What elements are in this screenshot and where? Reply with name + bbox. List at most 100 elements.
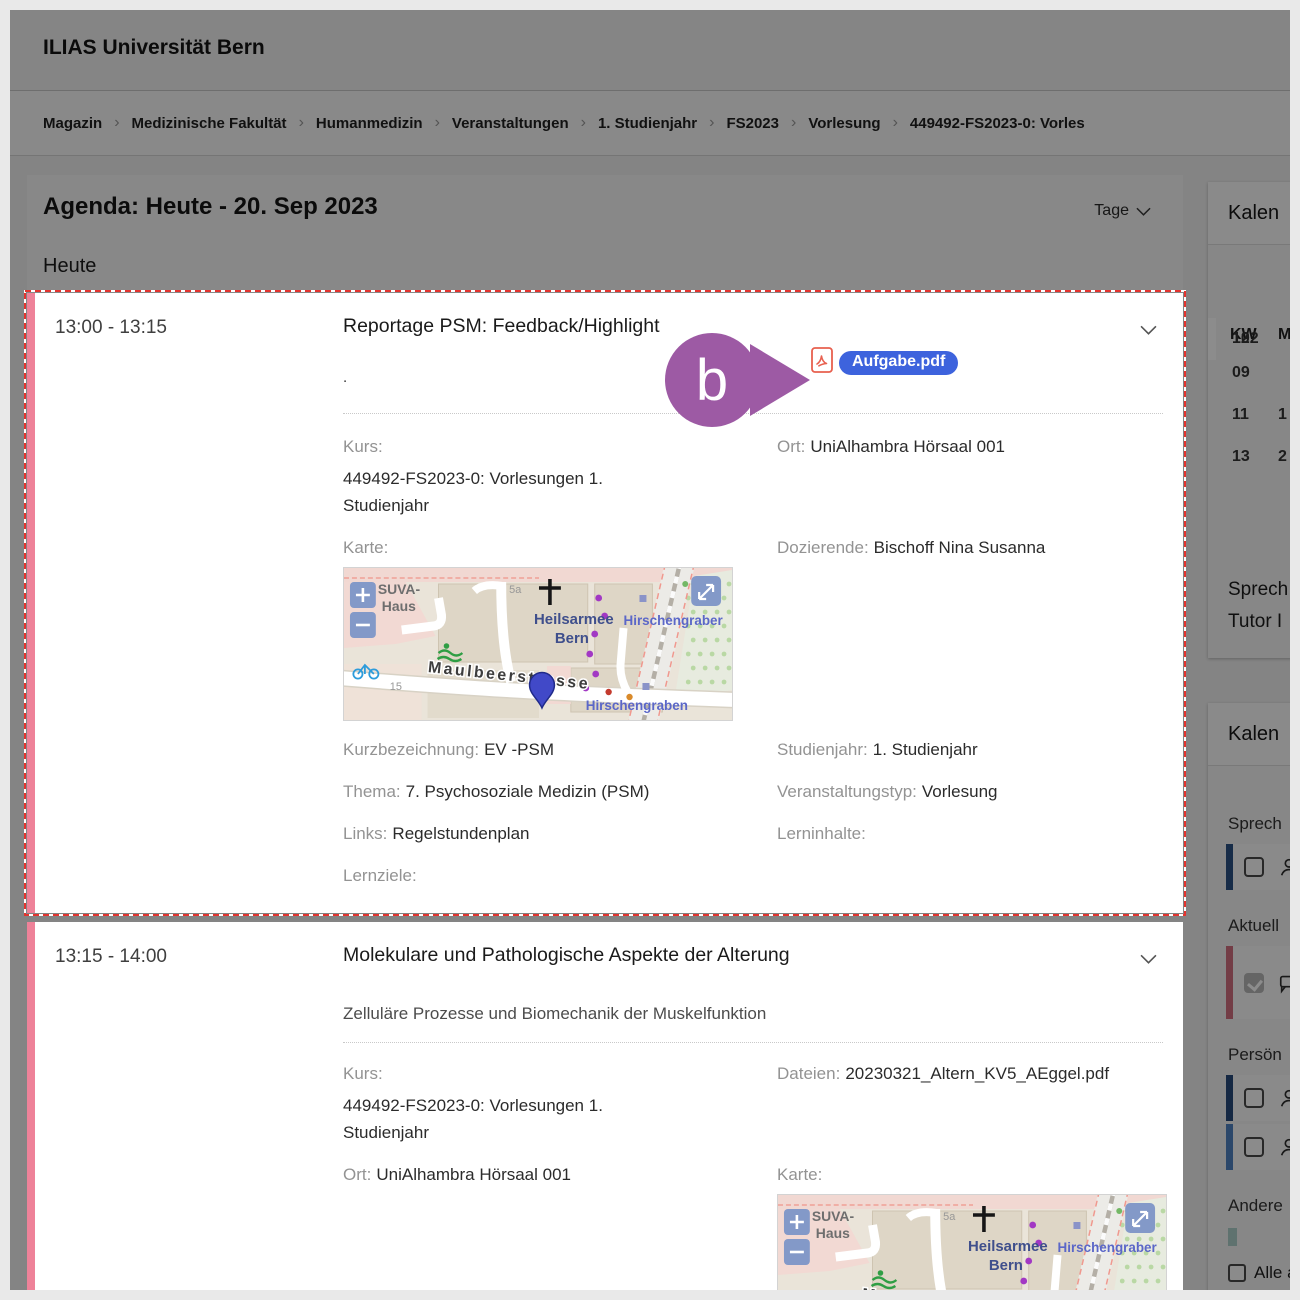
calendar-week-row[interactable]: 111	[1208, 394, 1290, 436]
week-number[interactable]: 09	[1232, 364, 1278, 382]
week-number[interactable]: 13	[1232, 448, 1278, 466]
calendar-checkbox[interactable]	[1244, 1088, 1264, 1108]
ilias-page: ILIAS Universität Bern Magazin › Medizinis…	[10, 10, 1290, 1290]
select-all-checkbox[interactable]	[1228, 1264, 1246, 1282]
breadcrumb-separator-icon: ›	[709, 114, 714, 132]
calendar-groups: SprechAktuellPersönAndere	[1208, 814, 1290, 1251]
field-label: Veranstaltungstyp:	[777, 782, 917, 801]
view-mode-label: Tage	[1094, 202, 1129, 220]
detail-field: Lerninhalte:	[777, 820, 1167, 847]
breadcrumb-link[interactable]: Vorlesung	[808, 115, 880, 132]
item-subtitle: Zelluläre Prozesse und Biomechanik der M…	[343, 1004, 766, 1024]
field-link[interactable]: 20230321_Altern_KV5_AEggel.pdf	[845, 1064, 1109, 1083]
map-zoom-out-button[interactable]	[784, 1239, 810, 1265]
field-value: UniAlhambra Hörsaal 001	[810, 437, 1005, 456]
calendar-item	[1226, 1075, 1290, 1121]
agenda-panel-header: Agenda: Heute - 20. Sep 2023 Tage	[27, 175, 1183, 245]
calendar-week-row[interactable]: 122	[1208, 318, 1216, 360]
calendar-group-label: Andere	[1228, 1196, 1290, 1216]
field-label: Studienjahr:	[777, 740, 868, 759]
map-widget[interactable]: SUVA-Haus5aHeilsarmeeBernHirschengraberH…	[343, 567, 733, 721]
detail-field: Veranstaltungstyp: Vorlesung	[777, 778, 1167, 805]
map-zoom-out-button[interactable]	[350, 612, 376, 638]
breadcrumb-link[interactable]: FS2023	[726, 115, 779, 132]
panel-title: Kalen	[1208, 703, 1290, 766]
field-value: 7. Psychosoziale Medizin (PSM)	[406, 782, 650, 801]
agenda-title: Agenda: Heute - 20. Sep 2023	[43, 193, 378, 221]
monday-date: 2	[1278, 448, 1290, 466]
agenda-item: 13:15 - 14:00 Molekulare und Pathologisc…	[27, 922, 1183, 1290]
breadcrumb-separator-icon: ›	[299, 114, 304, 132]
map-fullscreen-button[interactable]	[1125, 1203, 1155, 1233]
divider	[343, 1042, 1163, 1043]
detail-field: Kurs:449492-FS2023-0: Vorlesungen 1. Stu…	[343, 433, 688, 519]
breadcrumb-separator-icon: ›	[581, 114, 586, 132]
svg-text:15: 15	[390, 681, 402, 693]
view-mode-dropdown[interactable]: Tage	[1088, 201, 1157, 221]
app-header: ILIAS Universität Bern	[10, 10, 1290, 91]
calendar-week-row[interactable]: 132	[1208, 436, 1290, 478]
field-value: UniAlhambra Hörsaal 001	[376, 1165, 571, 1184]
calendar-color-swatch	[1228, 1228, 1237, 1246]
field-value: Vorlesung	[922, 782, 998, 801]
calendar-panel: Kalen KW M 0910111122132 Sprech Tutor I	[1208, 182, 1290, 658]
map-canvas[interactable]: SUVA-Haus5aHeilsarmeeBernHirschengraberH…	[344, 568, 732, 720]
week-number[interactable]: 11	[1232, 406, 1278, 424]
detail-field: Ort:UniAlhambra Hörsaal 001	[777, 433, 1167, 460]
breadcrumb-link[interactable]: 449492-FS2023-0: Vorles	[910, 115, 1085, 132]
detail-field: Kurs:449492-FS2023-0: Vorlesungen 1. Stu…	[343, 1060, 688, 1146]
calendar-checkbox[interactable]	[1244, 1137, 1264, 1157]
breadcrumb-link[interactable]: 1. Studienjahr	[598, 115, 697, 132]
breadcrumb-link[interactable]: Magazin	[43, 115, 102, 132]
field-link[interactable]: Regelstundenplan	[392, 824, 529, 843]
svg-text:Heilsarmee: Heilsarmee	[534, 611, 614, 628]
week-number[interactable]: 12	[1232, 330, 1250, 348]
divider	[343, 413, 1163, 414]
collapse-chevron-icon[interactable]	[1138, 950, 1159, 969]
svg-text:5a: 5a	[943, 1211, 956, 1223]
col-monday: M	[1278, 326, 1290, 344]
pdf-file-icon	[811, 347, 833, 378]
user-icon	[1278, 1136, 1290, 1158]
calendar-checkbox[interactable]	[1244, 857, 1264, 877]
calendar-week-row[interactable]: 09	[1208, 352, 1290, 394]
item-description: .	[343, 369, 347, 386]
calendar-item	[1226, 1124, 1290, 1170]
calendar-selection-panel: Kalen SprechAktuellPersönAndere Alle a	[1208, 703, 1290, 1290]
item-title: Reportage PSM: Feedback/Highlight	[343, 315, 1113, 338]
breadcrumb-link[interactable]: Medizinische Fakultät	[132, 115, 287, 132]
svg-text:Bern: Bern	[555, 630, 589, 647]
field-label: Karte:	[343, 534, 683, 561]
detail-field: Links: Regelstundenplan	[343, 820, 688, 847]
field-label: Links:	[343, 824, 387, 843]
svg-text:Heilsarmee: Heilsarmee	[968, 1238, 1048, 1255]
map-zoom-in-button[interactable]	[784, 1209, 810, 1235]
user-icon	[1278, 856, 1290, 878]
attachment-link[interactable]: Aufgabe.pdf	[839, 351, 958, 375]
breadcrumb-separator-icon: ›	[893, 114, 898, 132]
field-value: 1. Studienjahr	[873, 740, 978, 759]
collapse-chevron-icon[interactable]	[1138, 321, 1159, 340]
detail-field: Thema:7. Psychosoziale Medizin (PSM)	[343, 778, 688, 805]
map-zoom-in-button[interactable]	[350, 582, 376, 608]
detail-field: Dateien:20230321_Altern_KV5_AEggel.pdf	[777, 1060, 1167, 1087]
chevron-down-icon	[1136, 207, 1151, 216]
screenshot-frame: ILIAS Universität Bern Magazin › Medizinis…	[0, 0, 1300, 1300]
calendar-color-bar	[1226, 946, 1233, 1019]
item-title: Molekulare und Pathologische Aspekte der…	[343, 944, 1113, 967]
detail-field: Karte:SUVA-Haus5aHeilsarmeeBernHirscheng…	[343, 534, 688, 721]
detail-field: Studienjahr: 1. Studienjahr	[777, 736, 1167, 763]
field-label: Dozierende:	[777, 538, 869, 557]
item-color-stripe	[27, 922, 35, 1290]
breadcrumb-link[interactable]: Veranstaltungen	[452, 115, 569, 132]
map-widget[interactable]: SUVA-Haus5aHeilsarmeeBernHirschengraberH…	[777, 1194, 1167, 1290]
day-label: Heute	[43, 255, 96, 278]
map-canvas[interactable]: SUVA-Haus5aHeilsarmeeBernHirschengraberH…	[778, 1195, 1166, 1290]
map-fullscreen-button[interactable]	[691, 576, 721, 606]
svg-text:Bern: Bern	[989, 1257, 1023, 1274]
svg-text:Hirschengraben: Hirschengraben	[586, 698, 688, 713]
breadcrumb-link[interactable]: Humanmedizin	[316, 115, 423, 132]
calendar-checkbox[interactable]	[1244, 973, 1264, 993]
field-label: Kurs:	[343, 1060, 683, 1087]
field-label: Kurzbezeichnung:	[343, 740, 479, 759]
